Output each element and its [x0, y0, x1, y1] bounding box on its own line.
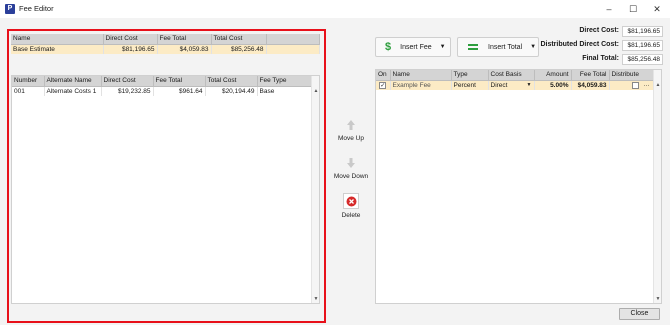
window-title: Fee Editor — [19, 4, 54, 13]
cell-number: 001 — [12, 86, 45, 96]
col-name[interactable]: Name — [11, 34, 104, 45]
scroll-up-icon[interactable]: ▲ — [655, 82, 661, 88]
scroll-up-icon[interactable]: ▲ — [313, 88, 319, 94]
cell-direct-cost: $19,232.85 — [101, 86, 154, 96]
close-window-button[interactable]: ✕ — [646, 2, 668, 16]
distributed-direct-cost-value: $81,196.65 — [622, 40, 663, 51]
col-fee-total[interactable]: Fee Total — [153, 76, 206, 87]
col-filler — [266, 34, 320, 45]
cell-direct-cost: $81,196.65 — [103, 44, 158, 54]
final-total-label: Final Total: — [582, 55, 619, 62]
distributed-direct-cost-label: Distributed Direct Cost: — [540, 41, 619, 48]
cell-fee-type: Base — [257, 86, 312, 96]
col-direct-cost[interactable]: Direct Cost — [101, 76, 154, 87]
cell-cost-basis[interactable]: Direct ▼ — [488, 80, 535, 90]
fees-table: On Name Type Cost Basis Amount Fee Total… — [375, 69, 662, 304]
direct-cost-label: Direct Cost: — [579, 27, 619, 34]
dropdown-arrow-icon: ▼ — [439, 44, 446, 50]
cell-type: Percent — [451, 80, 489, 90]
col-number[interactable]: Number — [12, 76, 45, 87]
cell-amount: 5.00% — [534, 80, 572, 90]
dollar-icon: $ — [385, 41, 392, 53]
cell-name: Base Estimate — [11, 44, 104, 54]
table-row[interactable]: Base Estimate $81,196.65 $4,059.83 $85,2… — [11, 44, 320, 54]
move-down-icon — [344, 156, 358, 170]
cell-total-cost: $20,194.49 — [205, 86, 258, 96]
distribute-checkbox[interactable] — [631, 81, 639, 89]
col-distribute[interactable]: Distribute — [609, 70, 655, 81]
dropdown-arrow-icon[interactable]: ▼ — [527, 82, 532, 88]
maximize-button[interactable]: ☐ — [622, 2, 644, 16]
insert-total-label: Insert Total — [488, 43, 523, 51]
fee-editor-window: P Fee Editor – ☐ ✕ Name Direct Cost Fee … — [0, 0, 670, 325]
cell-total-cost: $85,256.48 — [211, 44, 267, 54]
minimize-button[interactable]: – — [598, 2, 620, 16]
alternates-scrollbar[interactable]: ▲ ▼ — [311, 76, 319, 303]
delete-label: Delete — [341, 212, 361, 219]
col-total-cost[interactable]: Total Cost — [211, 34, 267, 45]
move-up-button[interactable]: Move Up — [331, 118, 371, 142]
close-button[interactable]: Close — [619, 308, 660, 320]
scroll-down-icon[interactable]: ▼ — [313, 296, 319, 302]
move-down-label: Move Down — [333, 173, 369, 180]
fees-header: On Name Type Cost Basis Amount Fee Total… — [376, 70, 655, 81]
scroll-down-icon[interactable]: ▼ — [655, 296, 661, 302]
col-name[interactable]: Name — [390, 70, 452, 81]
final-total-value: $85,256.48 — [622, 54, 663, 65]
more-options-icon[interactable]: ··· — [643, 82, 650, 89]
on-checkbox[interactable]: ✓ — [379, 81, 387, 89]
estimate-summary-table: Name Direct Cost Fee Total Total Cost Ba… — [11, 34, 320, 57]
col-amount[interactable]: Amount — [534, 70, 572, 81]
delete-button[interactable]: Delete — [331, 193, 371, 219]
app-icon: P — [5, 4, 15, 14]
cell-alternate-name: Alternate Costs 1 — [44, 86, 102, 96]
table-row[interactable]: ✓ Example Fee Percent Direct ▼ 5.00% $4,… — [376, 80, 655, 90]
delete-icon — [343, 193, 359, 209]
col-direct-cost[interactable]: Direct Cost — [103, 34, 158, 45]
fees-scrollbar[interactable]: ▲ ▼ — [653, 70, 661, 303]
move-up-label: Move Up — [337, 135, 364, 142]
title-bar: P Fee Editor – ☐ ✕ — [0, 0, 670, 18]
move-down-button[interactable]: Move Down — [331, 156, 371, 180]
cell-on[interactable]: ✓ — [376, 80, 391, 90]
insert-fee-button[interactable]: $ Insert Fee ▼ — [375, 37, 451, 57]
col-type[interactable]: Type — [451, 70, 489, 81]
insert-fee-label: Insert Fee — [400, 43, 432, 51]
cell-fee-total: $4,059.83 — [571, 80, 610, 90]
col-on[interactable]: On — [376, 70, 391, 81]
equals-icon — [468, 44, 478, 50]
col-cost-basis[interactable]: Cost Basis — [488, 70, 535, 81]
estimate-summary-header: Name Direct Cost Fee Total Total Cost — [11, 34, 320, 45]
move-up-icon — [344, 118, 358, 132]
cell-filler — [266, 44, 320, 54]
cell-fee-total: $961.64 — [153, 86, 206, 96]
col-total-cost[interactable]: Total Cost — [205, 76, 258, 87]
col-fee-total[interactable]: Fee Total — [157, 34, 212, 45]
col-alternate-name[interactable]: Alternate Name — [44, 76, 102, 87]
col-fee-total[interactable]: Fee Total — [571, 70, 610, 81]
table-row[interactable]: 001 Alternate Costs 1 $19,232.85 $961.64… — [12, 86, 312, 96]
cell-fee-total: $4,059.83 — [157, 44, 212, 54]
col-fee-type[interactable]: Fee Type — [257, 76, 312, 87]
alternates-table: Number Alternate Name Direct Cost Fee To… — [11, 75, 320, 304]
cell-name: Example Fee — [390, 80, 452, 90]
cell-distribute[interactable]: ··· — [609, 80, 655, 90]
cost-basis-value: Direct — [490, 81, 508, 89]
insert-total-button[interactable]: Insert Total ▼ — [457, 37, 539, 57]
alternates-header: Number Alternate Name Direct Cost Fee To… — [12, 76, 312, 87]
direct-cost-value: $81,196.65 — [622, 26, 663, 37]
